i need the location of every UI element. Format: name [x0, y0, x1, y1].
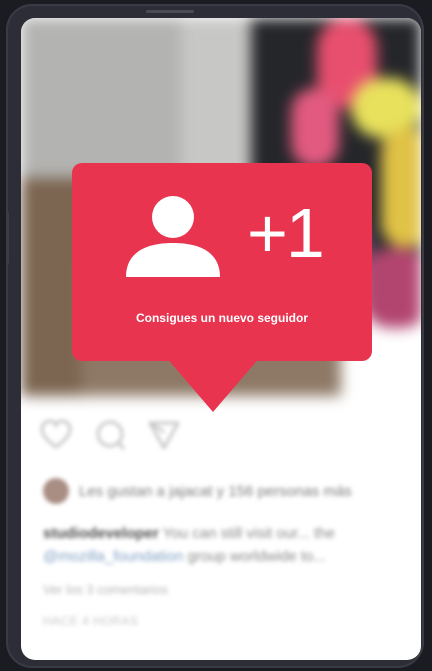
notification-message: Consigues un nuevo seguidor: [135, 311, 308, 325]
caption-rest: group worldwide to...: [187, 548, 326, 565]
caption-text: You can still visit our... the: [162, 525, 335, 542]
caption-username[interactable]: studiodeveloper: [43, 525, 159, 542]
speaker-grille: [146, 10, 194, 13]
new-follower-notification[interactable]: +1 Consigues un nuevo seguidor: [72, 163, 372, 361]
likes-row: Les gustan a jajacat y 156 personas más: [43, 478, 352, 504]
notification-pointer: [165, 356, 261, 412]
screen: Les gustan a jajacat y 156 personas más …: [21, 18, 421, 660]
avatar[interactable]: [43, 478, 69, 504]
post-caption: studiodeveloper You can still visit our.…: [43, 522, 421, 568]
view-comments-link[interactable]: Ver los 3 comentarios: [43, 582, 168, 597]
comment-icon[interactable]: [93, 418, 127, 452]
post-details: Les gustan a jajacat y 156 personas más …: [21, 396, 421, 660]
caption-tag[interactable]: @mozilla_foundation: [43, 548, 183, 565]
user-icon: [124, 195, 222, 277]
likes-text[interactable]: Les gustan a jajacat y 156 personas más: [79, 483, 352, 500]
follower-count: +1: [247, 194, 325, 272]
heart-icon[interactable]: [39, 418, 73, 452]
post-actions: [39, 418, 181, 452]
phone-frame: Les gustan a jajacat y 156 personas más …: [6, 4, 424, 668]
side-button: [6, 212, 9, 264]
post-timestamp: HACE 4 HORAS: [43, 614, 139, 628]
share-icon[interactable]: [147, 418, 181, 452]
